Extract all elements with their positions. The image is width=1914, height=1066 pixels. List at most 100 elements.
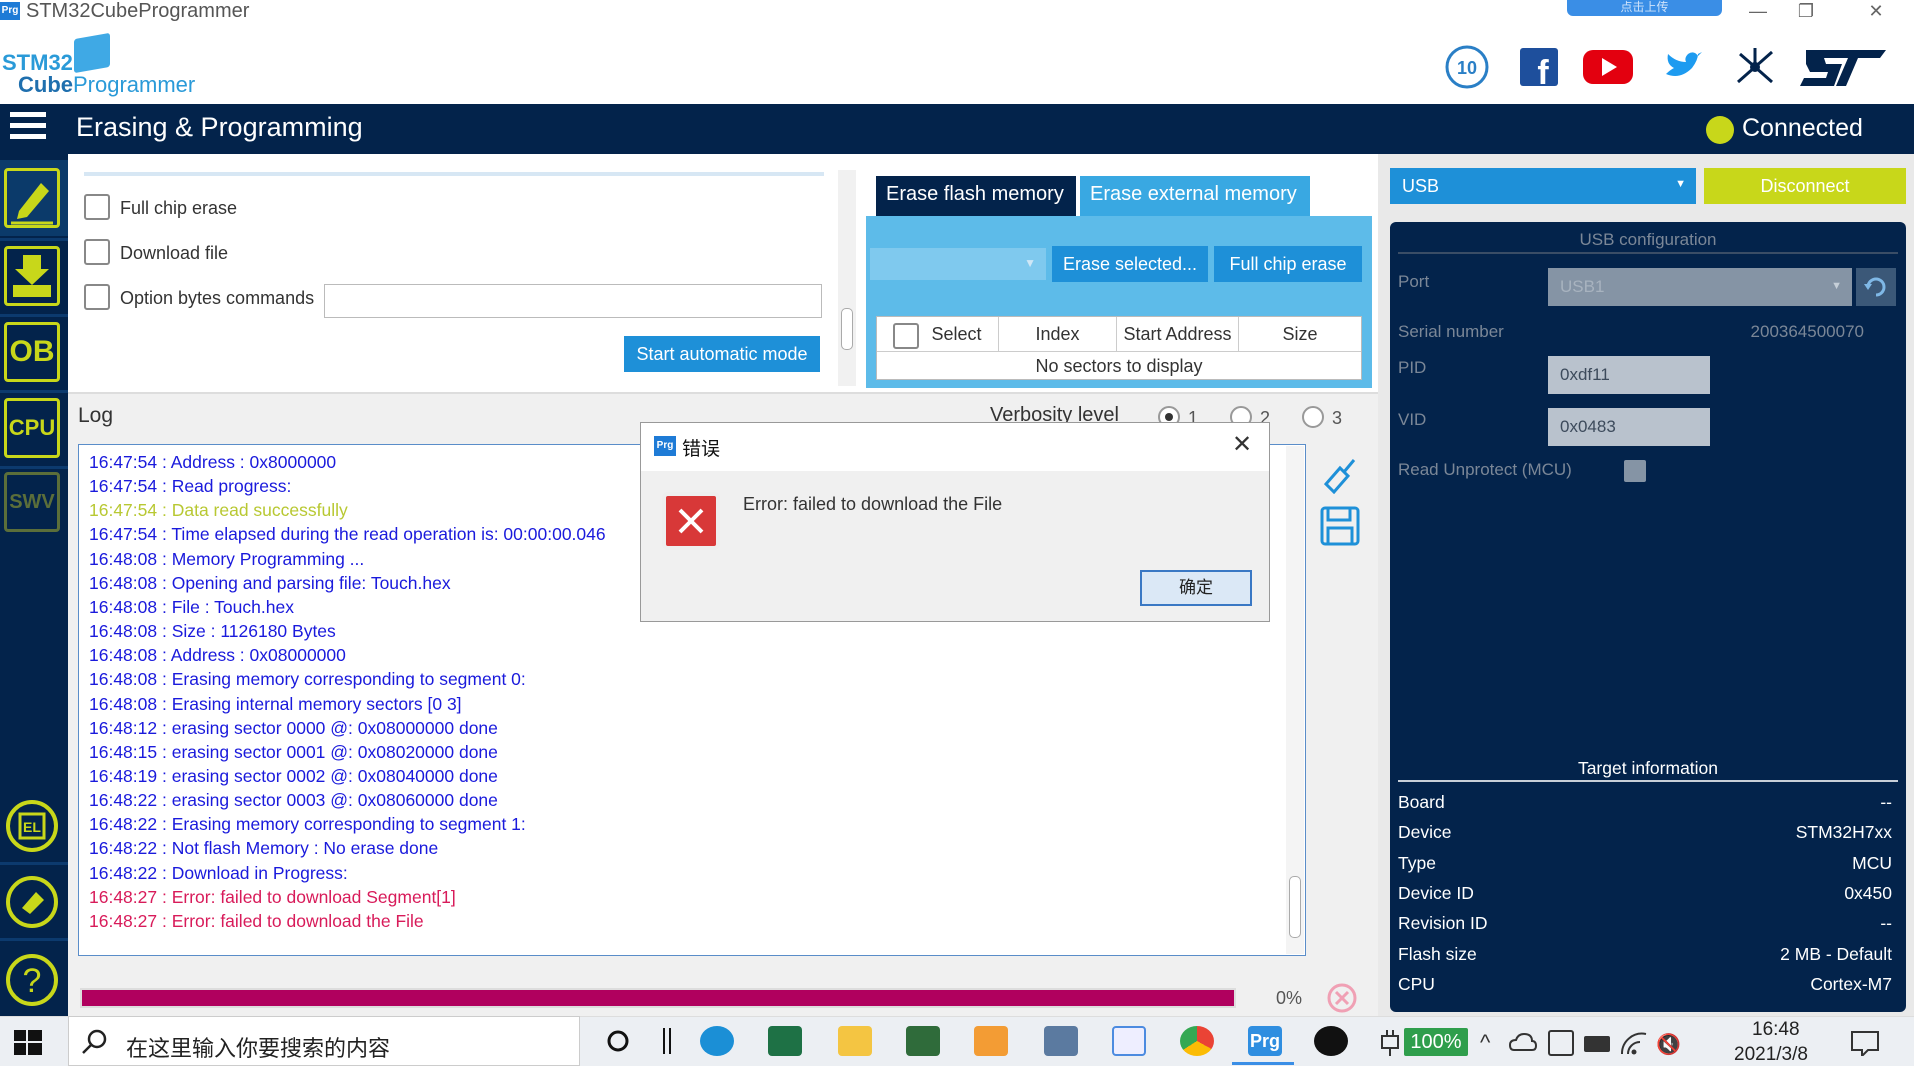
app-icon[interactable] — [1314, 1026, 1348, 1056]
target-info-label: Device — [1398, 822, 1452, 843]
cloud-icon[interactable] — [1508, 1032, 1538, 1054]
connection-status-label: Connected — [1742, 114, 1863, 142]
cloud-upload-badge[interactable]: 点击上传 — [1567, 0, 1722, 16]
tab-erase-external-memory[interactable]: Erase external memory — [1080, 176, 1310, 216]
refresh-icon[interactable] — [1856, 268, 1896, 306]
connection-status-icon — [1706, 116, 1734, 144]
calculator-icon[interactable] — [1044, 1026, 1078, 1056]
full-chip-erase-button[interactable]: Full chip erase — [1214, 246, 1362, 282]
erase-selected-button[interactable]: Erase selected... — [1052, 246, 1208, 282]
minimize-button[interactable]: — — [1736, 0, 1780, 24]
dialog-title: 错误 — [682, 439, 721, 460]
log-line: 16:48:08 : Erasing internal memory secto… — [89, 693, 462, 714]
verbosity-label-3: 3 — [1332, 408, 1343, 428]
usb-config-title: USB configuration — [1398, 230, 1898, 254]
erase-select-dropdown[interactable]: ▼ — [870, 248, 1046, 280]
tab-erase-flash-memory[interactable]: Erase flash memory — [876, 176, 1076, 216]
dialog-ok-button[interactable]: 确定 — [1140, 570, 1252, 606]
volume-muted-icon[interactable]: 🔇 — [1656, 1032, 1681, 1057]
cortana-icon[interactable] — [604, 1026, 638, 1056]
taskbar-date[interactable]: 2021/3/8 — [1734, 1044, 1808, 1066]
log-line: 16:48:22 : Erasing memory corresponding … — [89, 814, 526, 835]
prg-icon[interactable]: Prg — [1248, 1026, 1282, 1056]
hamburger-menu-icon[interactable] — [10, 112, 46, 142]
taskbar-time[interactable]: 16:48 — [1752, 1019, 1800, 1041]
clear-log-icon[interactable] — [1320, 454, 1360, 495]
log-scrollbar[interactable] — [1286, 446, 1304, 954]
sidebar-item-download[interactable] — [4, 246, 60, 306]
photos-icon[interactable] — [1112, 1026, 1146, 1056]
edge-icon[interactable] — [700, 1026, 734, 1056]
log-line: 16:47:54 : Read progress: — [89, 476, 292, 497]
verbosity-radio-3[interactable] — [1302, 406, 1324, 428]
target-info-value: STM32H7xx — [1795, 822, 1892, 843]
option-bytes-input[interactable] — [324, 284, 822, 318]
anniversary-10-icon[interactable]: 10 — [1444, 44, 1490, 90]
disconnect-button[interactable]: Disconnect — [1704, 168, 1906, 204]
pid-field[interactable]: 0xdf11 — [1548, 356, 1710, 394]
column-index[interactable]: Index — [999, 317, 1117, 351]
dialog-close-icon[interactable]: ✕ — [1232, 430, 1252, 459]
serial-number-value: 200364500070 — [1750, 322, 1864, 341]
chrome-icon[interactable] — [1180, 1026, 1214, 1056]
option-bytes-checkbox[interactable] — [84, 284, 110, 310]
sidebar-item-eraser[interactable] — [4, 874, 60, 930]
sidebar-item-help[interactable]: ? — [4, 952, 60, 1008]
screenshot-tool-icon[interactable] — [1548, 1030, 1574, 1056]
full-chip-erase-checkbox[interactable] — [84, 194, 110, 220]
network-icon[interactable] — [1732, 44, 1778, 90]
target-info-value: 2 MB - Default — [1780, 943, 1892, 964]
notification-icon[interactable] — [1850, 1030, 1880, 1059]
close-window-button[interactable]: ✕ — [1854, 0, 1898, 24]
select-all-checkbox[interactable] — [893, 323, 919, 349]
wifi-icon[interactable] — [1620, 1032, 1648, 1056]
interface-select[interactable]: USB ▼ — [1390, 168, 1696, 204]
read-unprotect-checkbox[interactable] — [1624, 460, 1646, 482]
log-line: 16:48:08 : Erasing memory corresponding … — [89, 669, 526, 690]
dialog-header — [641, 423, 1269, 471]
youtube-icon[interactable] — [1582, 44, 1633, 90]
port-select[interactable]: USB1 ▼ — [1548, 268, 1852, 306]
target-info-label: Device ID — [1398, 882, 1474, 903]
restore-button[interactable]: ❐ — [1784, 0, 1828, 24]
sidebar-item-cpu[interactable]: CPU — [4, 398, 60, 458]
sidebar-item-edit[interactable] — [4, 168, 60, 228]
sector-table: Select Index Start Address Size No secto… — [876, 316, 1362, 380]
auto-panel-scrollbar[interactable] — [838, 170, 856, 386]
chevron-down-icon: ▼ — [1675, 178, 1686, 190]
download-file-checkbox[interactable] — [84, 239, 110, 265]
progress-fill — [82, 990, 1234, 1006]
save-log-icon[interactable] — [1320, 506, 1360, 546]
column-size[interactable]: Size — [1239, 317, 1361, 351]
plug-icon[interactable] — [1378, 1028, 1402, 1056]
target-info-label: Revision ID — [1398, 913, 1488, 934]
sidebar-item-swv[interactable]: SWV — [4, 472, 60, 532]
chevron-up-icon[interactable]: ^ — [1480, 1030, 1490, 1056]
start-automatic-mode-button[interactable]: Start automatic mode — [624, 336, 820, 372]
column-select[interactable]: Select — [877, 317, 999, 351]
cancel-icon[interactable] — [1326, 982, 1358, 1014]
target-info-value: -- — [1880, 913, 1892, 934]
st-logo-icon[interactable] — [1796, 44, 1892, 90]
battery-icon[interactable] — [1584, 1036, 1610, 1052]
target-info-label: Flash size — [1398, 943, 1477, 964]
auto-panel-divider — [84, 172, 824, 176]
battery-indicator[interactable]: 100% — [1404, 1028, 1468, 1056]
pdf-icon[interactable] — [974, 1026, 1008, 1056]
facebook-icon[interactable]: f — [1516, 44, 1562, 92]
chip-el-icon: EL — [6, 800, 58, 852]
explorer-icon[interactable] — [838, 1026, 872, 1056]
vs-icon[interactable] — [906, 1026, 940, 1056]
column-start-address[interactable]: Start Address — [1117, 317, 1239, 351]
twitter-icon[interactable] — [1660, 44, 1706, 90]
target-info-label: Board — [1398, 792, 1445, 812]
window-title: STM32CubeProgrammer — [26, 0, 250, 22]
sidebar-item-el[interactable]: EL — [4, 798, 60, 854]
sidebar-item-ob[interactable]: OB — [4, 322, 60, 382]
task-view-icon[interactable] — [652, 1026, 686, 1056]
windows-start-icon[interactable] — [14, 1030, 42, 1056]
log-title: Log — [78, 404, 114, 427]
excel-icon[interactable] — [768, 1026, 802, 1056]
sidebar-separator — [0, 466, 68, 469]
vid-field[interactable]: 0x0483 — [1548, 408, 1710, 446]
